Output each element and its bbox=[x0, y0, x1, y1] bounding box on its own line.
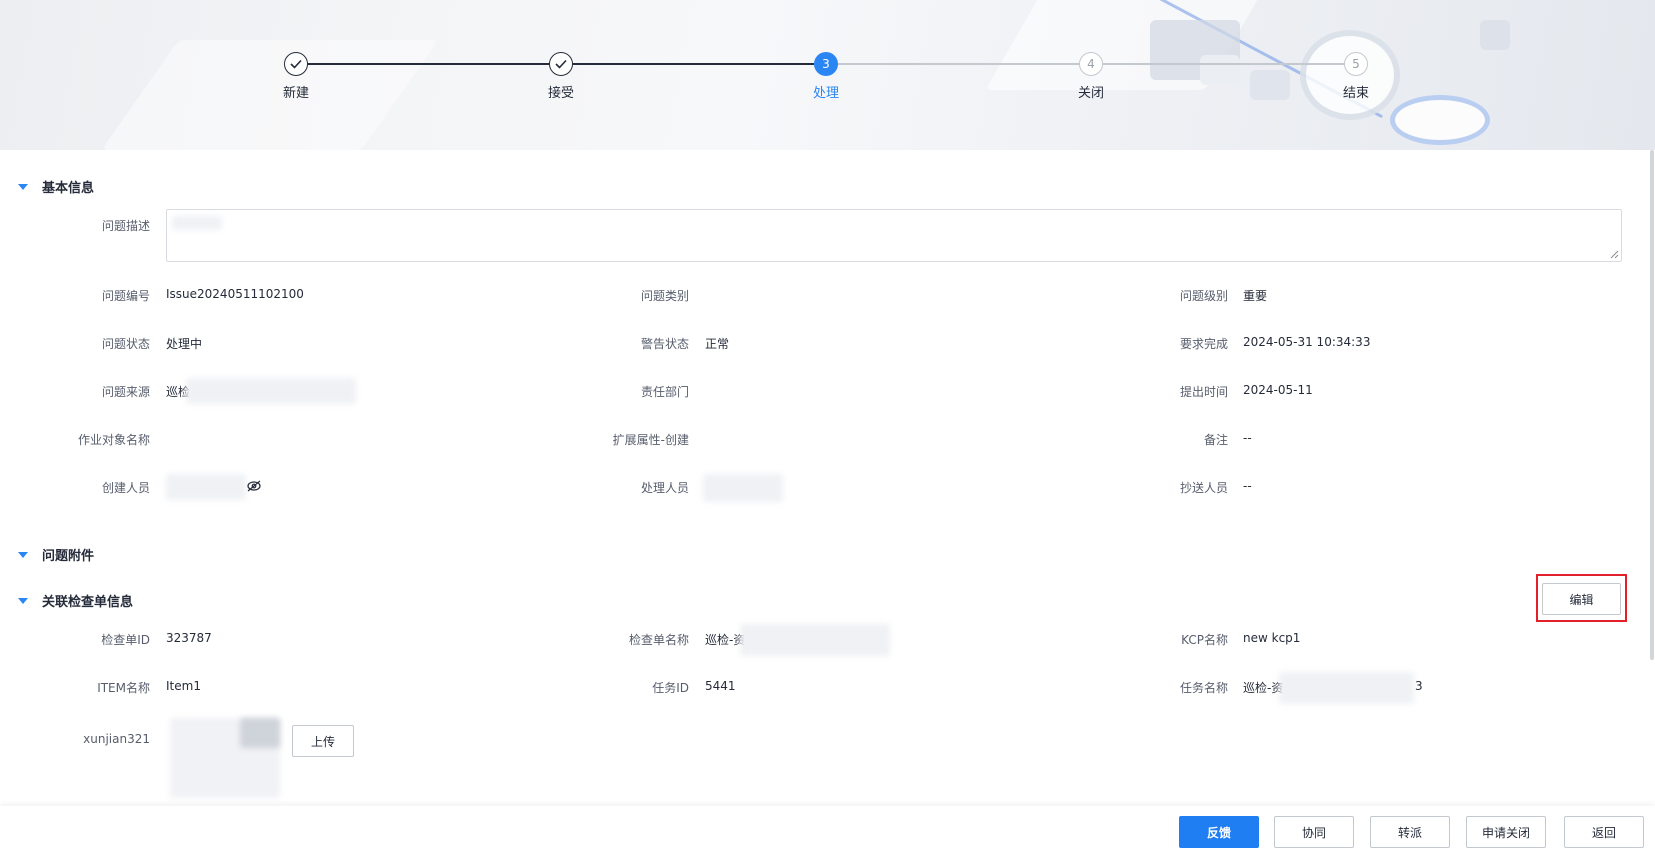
feedback-button[interactable]: 反馈 bbox=[1179, 816, 1259, 848]
item-label: ITEM名称 bbox=[97, 681, 150, 695]
check-id-value: 323787 bbox=[166, 631, 212, 645]
check-name-label: 检查单名称 bbox=[628, 633, 689, 647]
resize-handle-icon[interactable] bbox=[1610, 250, 1619, 259]
progress-banner: 新建 接受 3 处理 4 关闭 5 结束 bbox=[0, 0, 1655, 150]
banner-decoration bbox=[1200, 55, 1240, 85]
issue-no-value: Issue20240511102100 bbox=[166, 287, 304, 301]
submit-time-label: 提出时间 bbox=[1179, 385, 1228, 399]
redacted-text bbox=[1279, 672, 1414, 704]
status-label: 问题状态 bbox=[101, 337, 150, 351]
item-value: Item1 bbox=[166, 679, 201, 693]
step-label: 结束 bbox=[1342, 86, 1369, 101]
desc-label: 问题描述 bbox=[101, 219, 150, 233]
alarm-value: 正常 bbox=[705, 337, 730, 351]
redacted-handler bbox=[703, 474, 783, 502]
check-icon bbox=[549, 52, 573, 76]
cc-value: -- bbox=[1243, 479, 1252, 493]
issue-no-label: 问题编号 bbox=[101, 289, 150, 303]
check-id-label: 检查单ID bbox=[101, 633, 150, 647]
issue-level-value: 重要 bbox=[1243, 289, 1268, 303]
creator-label: 创建人员 bbox=[101, 481, 150, 495]
collapse-caret-icon bbox=[18, 551, 28, 558]
step-number: 3 bbox=[814, 52, 838, 76]
remark-label: 备注 bbox=[1203, 433, 1228, 447]
cc-label: 抄送人员 bbox=[1179, 481, 1228, 495]
issue-type-label: 问题类别 bbox=[640, 289, 689, 303]
redacted-text bbox=[740, 624, 890, 656]
handler-label: 处理人员 bbox=[640, 481, 689, 495]
redacted-text bbox=[172, 216, 222, 230]
section-checklist[interactable]: 关联检查单信息 bbox=[18, 591, 133, 610]
banner-decoration bbox=[1250, 70, 1290, 100]
source-label: 问题来源 bbox=[101, 385, 150, 399]
task-name-prefix: 巡检-资 bbox=[1243, 681, 1284, 695]
task-id-label: 任务ID bbox=[652, 681, 689, 695]
section-title: 基本信息 bbox=[42, 181, 95, 196]
redacted-text bbox=[186, 378, 356, 404]
alarm-label: 警告状态 bbox=[640, 337, 689, 351]
step-process: 3 处理 bbox=[766, 52, 886, 101]
section-attachments[interactable]: 问题附件 bbox=[18, 545, 94, 564]
deadline-value: 2024-05-31 10:34:33 bbox=[1243, 335, 1371, 349]
section-title: 关联检查单信息 bbox=[42, 595, 134, 610]
vertical-scrollbar[interactable] bbox=[1650, 150, 1654, 660]
redacted-image bbox=[240, 718, 280, 748]
step-number: 4 bbox=[1079, 52, 1103, 76]
issue-level-label: 问题级别 bbox=[1179, 289, 1228, 303]
collapse-caret-icon bbox=[18, 597, 28, 604]
kcp-value: new kcp1 bbox=[1243, 631, 1301, 645]
step-accept: 接受 bbox=[501, 52, 621, 101]
section-basic-info[interactable]: 基本信息 bbox=[18, 177, 94, 196]
banner-decoration bbox=[1390, 95, 1490, 145]
check-icon bbox=[284, 52, 308, 76]
task-name-suffix: 3 bbox=[1415, 679, 1423, 693]
apply-close-button[interactable]: 申请关闭 bbox=[1466, 816, 1546, 848]
step-label: 关闭 bbox=[1077, 86, 1104, 101]
step-label: 处理 bbox=[812, 86, 839, 101]
step-close: 4 关闭 bbox=[1031, 52, 1151, 101]
back-button[interactable]: 返回 bbox=[1564, 816, 1644, 848]
upload-button[interactable]: 上传 bbox=[292, 725, 354, 757]
submit-time-value: 2024-05-11 bbox=[1243, 383, 1313, 397]
eye-off-icon[interactable] bbox=[246, 479, 262, 496]
step-number: 5 bbox=[1344, 52, 1368, 76]
collaborate-button[interactable]: 协同 bbox=[1274, 816, 1354, 848]
step-label: 接受 bbox=[547, 86, 574, 101]
dept-label: 责任部门 bbox=[640, 385, 689, 399]
xunjian-label: xunjian321 bbox=[83, 732, 150, 746]
banner-decoration bbox=[1480, 20, 1510, 50]
deadline-label: 要求完成 bbox=[1179, 337, 1228, 351]
section-title: 问题附件 bbox=[42, 549, 95, 564]
edit-button[interactable]: 编辑 bbox=[1542, 583, 1621, 615]
redacted-creator bbox=[166, 474, 246, 500]
step-end: 5 结束 bbox=[1296, 52, 1416, 101]
description-textarea[interactable] bbox=[166, 209, 1622, 262]
task-id-value: 5441 bbox=[705, 679, 736, 693]
target-label: 作业对象名称 bbox=[77, 433, 150, 447]
kcp-label: KCP名称 bbox=[1181, 633, 1228, 647]
step-label: 新建 bbox=[282, 86, 309, 101]
remark-value: -- bbox=[1243, 431, 1252, 445]
task-name-label: 任务名称 bbox=[1179, 681, 1228, 695]
transfer-button[interactable]: 转派 bbox=[1370, 816, 1450, 848]
ext-attr-label: 扩展属性-创建 bbox=[612, 433, 689, 447]
collapse-caret-icon bbox=[18, 183, 28, 190]
status-value: 处理中 bbox=[166, 337, 203, 351]
step-new: 新建 bbox=[236, 52, 356, 101]
